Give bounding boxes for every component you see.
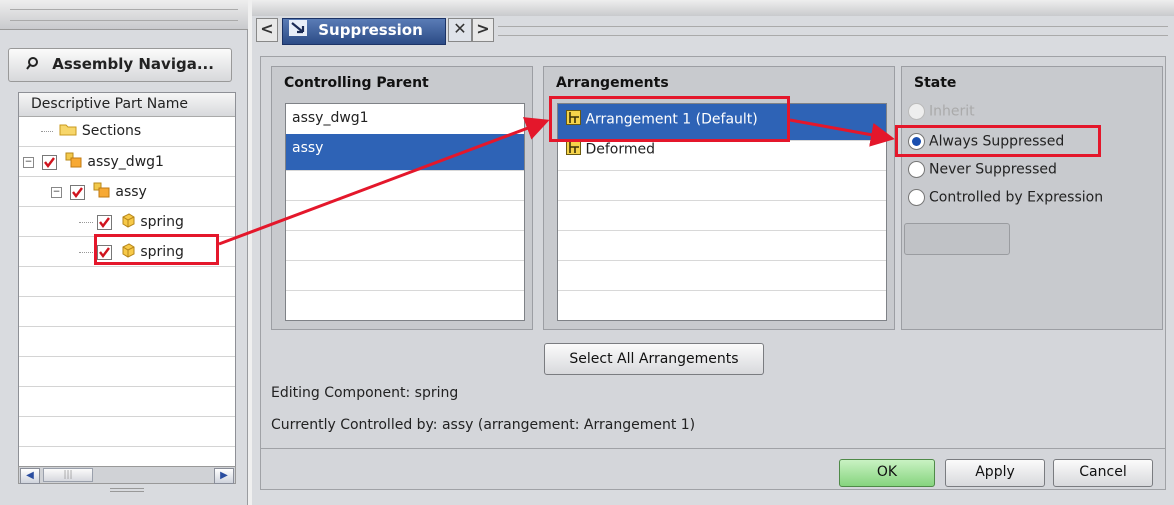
arrow-to-state [789, 118, 895, 147]
annotation-arrows [218, 117, 895, 246]
arrow-to-arrangement [218, 117, 550, 246]
